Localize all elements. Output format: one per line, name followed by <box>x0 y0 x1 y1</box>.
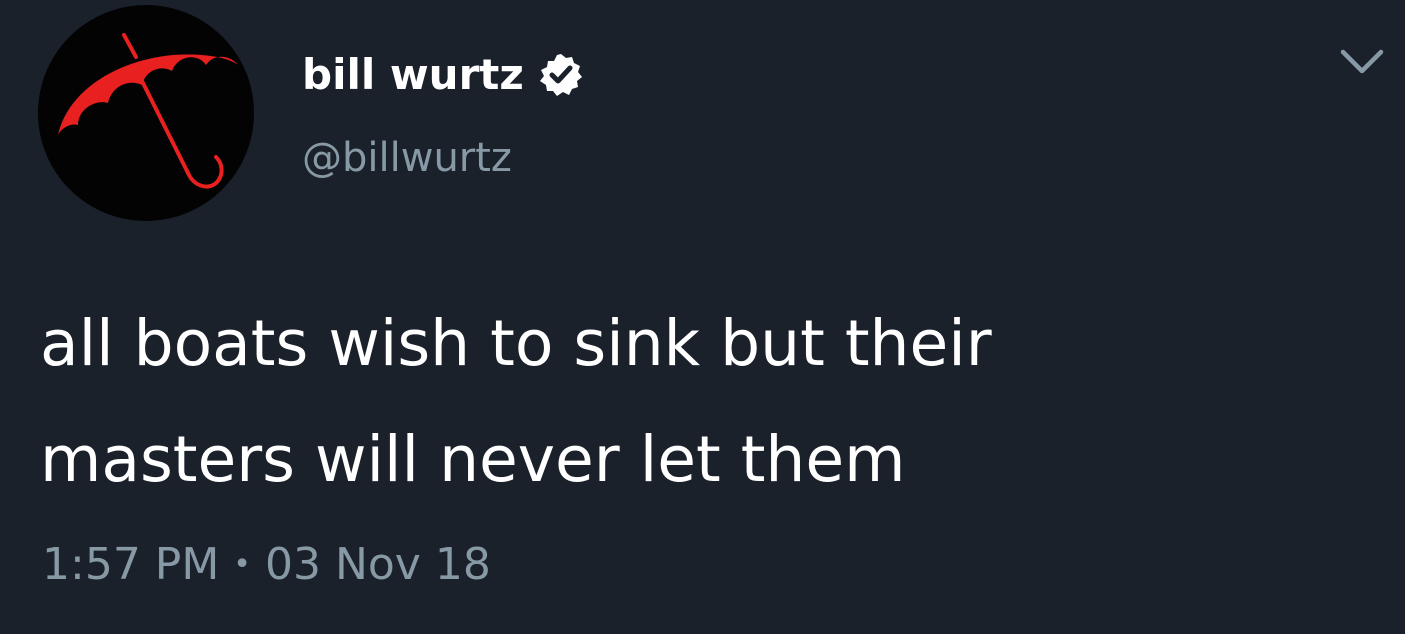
tweet-text-line: all boats wish to sink but their <box>40 307 992 380</box>
author-row: bill wurtz <box>302 40 584 110</box>
avatar[interactable] <box>38 5 254 221</box>
tweet-timestamp: 1:57 PM • 03 Nov 18 <box>42 530 491 600</box>
meta-separator: • <box>233 547 251 582</box>
verified-badge-icon <box>538 52 584 98</box>
display-name[interactable]: bill wurtz <box>302 40 524 110</box>
tweet-date[interactable]: 03 Nov 18 <box>265 530 491 600</box>
chevron-down-icon[interactable] <box>1337 44 1387 80</box>
tweet-time[interactable]: 1:57 PM <box>42 530 219 600</box>
author-handle[interactable]: @billwurtz <box>302 128 512 188</box>
tweet-text: all boats wish to sink but their masters… <box>40 286 1340 518</box>
tweet-card: bill wurtz @billwurtz all boats wish to … <box>0 0 1405 634</box>
red-umbrella-icon <box>58 33 238 189</box>
tweet-text-line: masters will never let them <box>40 423 906 496</box>
